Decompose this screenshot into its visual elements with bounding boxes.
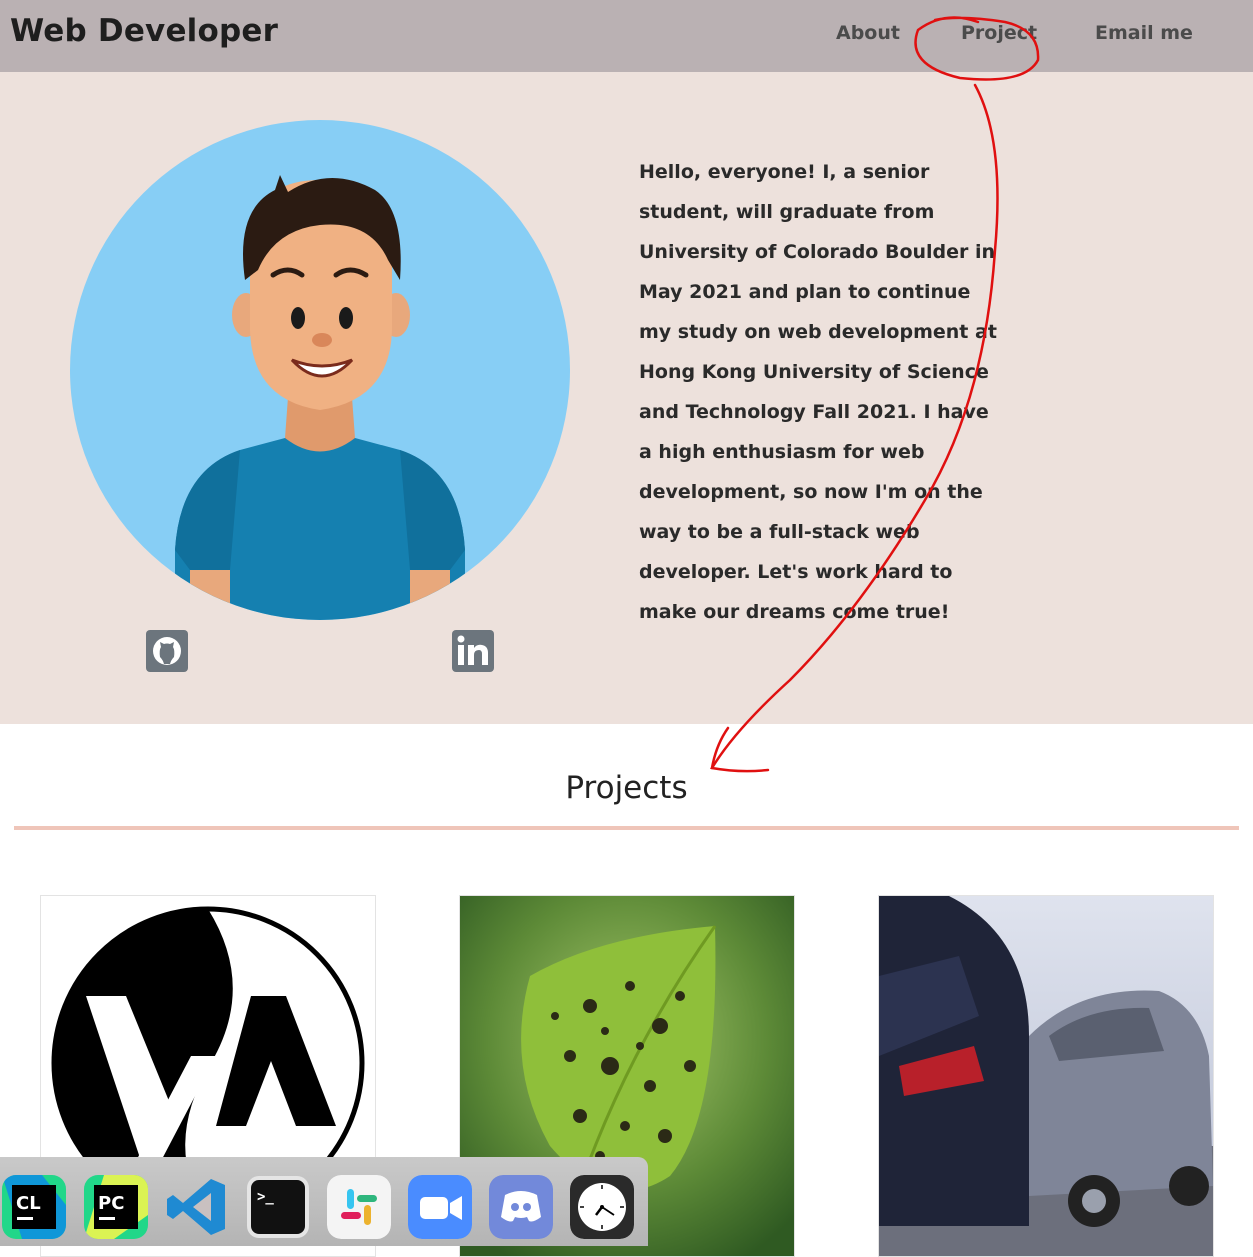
linkedin-icon: [457, 635, 488, 665]
dock-text-terminal: >_: [257, 1189, 274, 1205]
dock-text-pycharm: PC: [98, 1193, 124, 1214]
vscode-icon: [167, 1179, 225, 1235]
zoom-icon: [408, 1175, 472, 1239]
github-icon: [153, 637, 181, 665]
project-card-3[interactable]: [878, 895, 1214, 1257]
dock-app-clion[interactable]: CL: [2, 1175, 66, 1239]
dock-app-clock[interactable]: [570, 1175, 634, 1239]
dock-app-slack[interactable]: [327, 1175, 391, 1239]
projects-heading: Projects: [565, 770, 688, 806]
dock-app-vscode[interactable]: [165, 1175, 229, 1239]
bio-text: Hello, everyone! I, a senior student, wi…: [639, 161, 997, 623]
navbar: Web Developer About Project Email me: [0, 0, 1253, 72]
dock-app-pycharm[interactable]: PC: [84, 1175, 148, 1239]
brand-title[interactable]: Web Developer: [10, 13, 278, 49]
github-link[interactable]: [146, 630, 188, 672]
app-dock: CL PC >_: [0, 1157, 648, 1246]
section-divider: [14, 826, 1239, 830]
nav-link-project[interactable]: Project: [961, 22, 1037, 44]
avatar-illustration: [70, 120, 570, 620]
clion-icon: CL: [2, 1175, 66, 1239]
nav-link-about[interactable]: About: [836, 22, 900, 44]
dock-text-clion: CL: [16, 1193, 41, 1214]
clock-icon: [570, 1175, 634, 1239]
pycharm-icon: PC: [84, 1175, 148, 1239]
discord-icon: [489, 1175, 553, 1239]
slack-icon: [327, 1175, 391, 1239]
about-section: Hello, everyone! I, a senior student, wi…: [0, 72, 1253, 724]
arrow-head-annotation: [710, 726, 730, 770]
dock-app-zoom[interactable]: [408, 1175, 472, 1239]
nav-link-email[interactable]: Email me: [1095, 22, 1193, 44]
car-crash-photo: [879, 896, 1213, 1256]
terminal-icon: >_: [247, 1176, 309, 1238]
dock-app-discord[interactable]: [489, 1175, 553, 1239]
linkedin-link[interactable]: [452, 630, 494, 672]
dock-app-terminal[interactable]: >_: [246, 1175, 310, 1239]
